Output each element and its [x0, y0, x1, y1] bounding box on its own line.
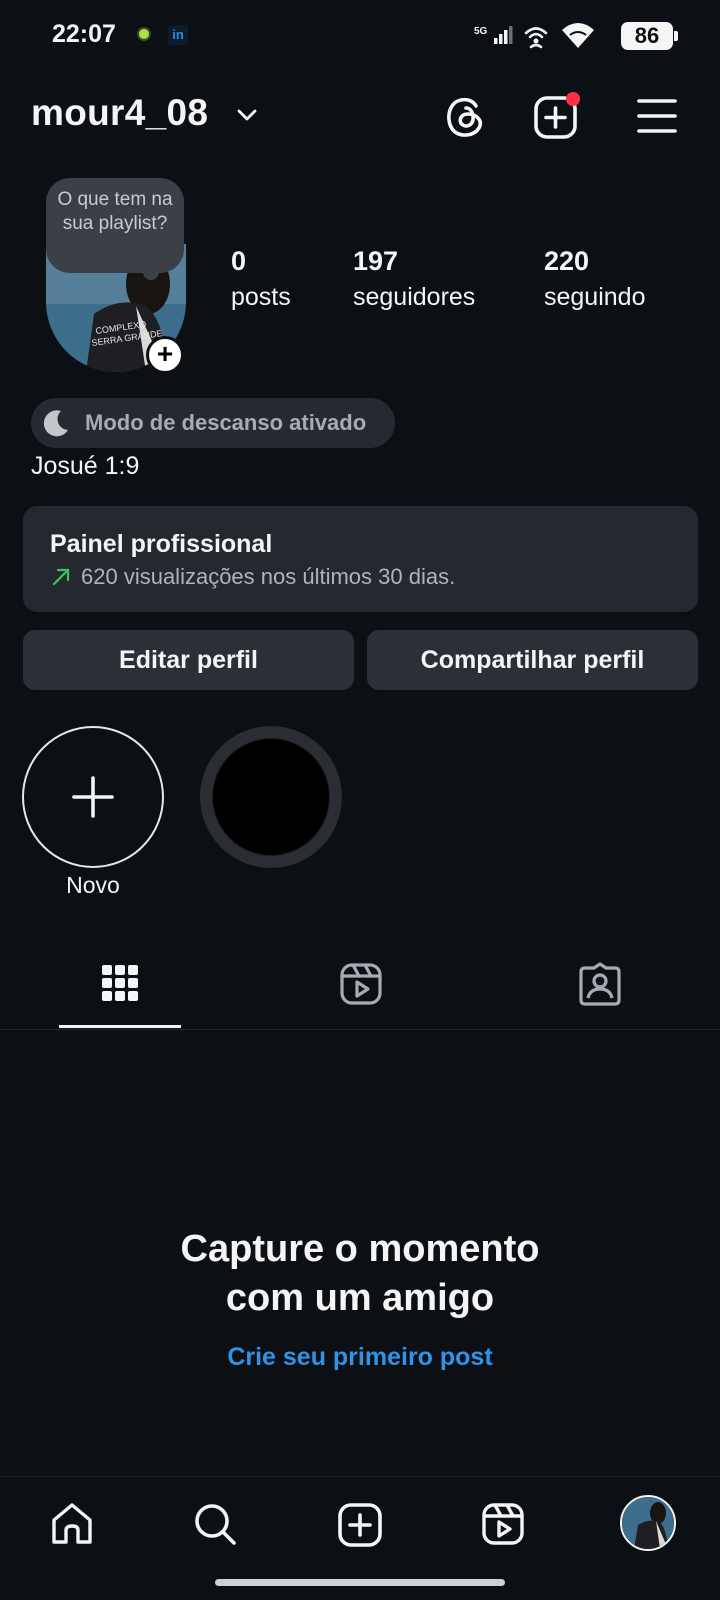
stat-value: 0: [231, 246, 247, 276]
home-indicator: [215, 1579, 505, 1586]
new-highlight-label: Novo: [66, 872, 120, 898]
new-highlight-button[interactable]: [22, 726, 164, 868]
stat-label: seguidores: [353, 283, 476, 311]
moon-icon: [43, 410, 68, 437]
profile-bio: Josué 1:9: [31, 452, 140, 480]
stat-followers[interactable]: 197 seguidores: [353, 246, 475, 312]
threads-icon[interactable]: [444, 94, 486, 138]
highlight-cover: [212, 738, 330, 856]
hotspot-icon: [522, 22, 550, 50]
status-time: 22:07: [52, 20, 116, 48]
note-bubble-tail: [143, 264, 159, 280]
stat-value: 220: [544, 246, 590, 276]
network-label: 5G: [474, 26, 488, 37]
search-icon[interactable]: [193, 1502, 237, 1546]
stat-label: seguindo: [544, 283, 646, 311]
username: mour4_08: [31, 92, 209, 133]
create-post-icon[interactable]: [337, 1502, 383, 1548]
grid-icon[interactable]: [101, 964, 139, 1002]
battery-tip: [674, 31, 678, 41]
tab-divider: [0, 1029, 720, 1030]
empty-title-line1: Capture o momento: [180, 1228, 540, 1270]
professional-dashboard[interactable]: Painel profissional 620 visualizações no…: [23, 506, 698, 612]
tagged-icon[interactable]: [578, 962, 622, 1006]
dashboard-title: Painel profissional: [50, 530, 273, 558]
empty-title-line2: com um amigo: [225, 1277, 495, 1319]
profile-nav-avatar[interactable]: [620, 1495, 676, 1551]
plus-icon: [72, 776, 114, 818]
rest-mode-text: Modo de descanso ativado: [85, 410, 367, 435]
battery-level: 86: [621, 22, 673, 50]
reels-nav-icon[interactable]: [481, 1502, 525, 1546]
note-text: O que tem na sua playlist?: [57, 189, 173, 234]
menu-icon[interactable]: [637, 98, 677, 134]
wifi-icon: [560, 20, 596, 50]
active-tab-indicator: [59, 1025, 181, 1028]
app-dot-icon: [137, 27, 151, 41]
home-icon[interactable]: [50, 1502, 94, 1546]
trend-up-icon: [51, 567, 71, 587]
stat-following[interactable]: 220 seguindo: [544, 246, 645, 312]
empty-state-title: Capture o momento com um amigo: [0, 1225, 720, 1323]
stat-value: 197: [353, 246, 399, 276]
create-first-post-link[interactable]: Crie seu primeiro post: [0, 1343, 720, 1372]
stat-posts[interactable]: 0 posts: [231, 246, 291, 312]
username-switcher[interactable]: mour4_08: [31, 92, 208, 134]
reels-icon[interactable]: [339, 962, 383, 1006]
stat-label: posts: [231, 283, 291, 311]
notification-badge: [566, 92, 580, 106]
linkedin-icon: in: [168, 25, 188, 45]
signal-icon: 5G: [474, 24, 516, 48]
share-profile-button[interactable]: Compartilhar perfil: [367, 630, 698, 690]
dashboard-subtitle: 620 visualizações nos últimos 30 dias.: [81, 564, 456, 589]
edit-profile-button[interactable]: Editar perfil: [23, 630, 354, 690]
add-story-button[interactable]: +: [146, 336, 184, 374]
rest-mode-pill[interactable]: Modo de descanso ativado: [31, 398, 395, 448]
chevron-down-icon[interactable]: [236, 108, 258, 122]
note-bubble[interactable]: O que tem na sua playlist?: [46, 178, 184, 273]
